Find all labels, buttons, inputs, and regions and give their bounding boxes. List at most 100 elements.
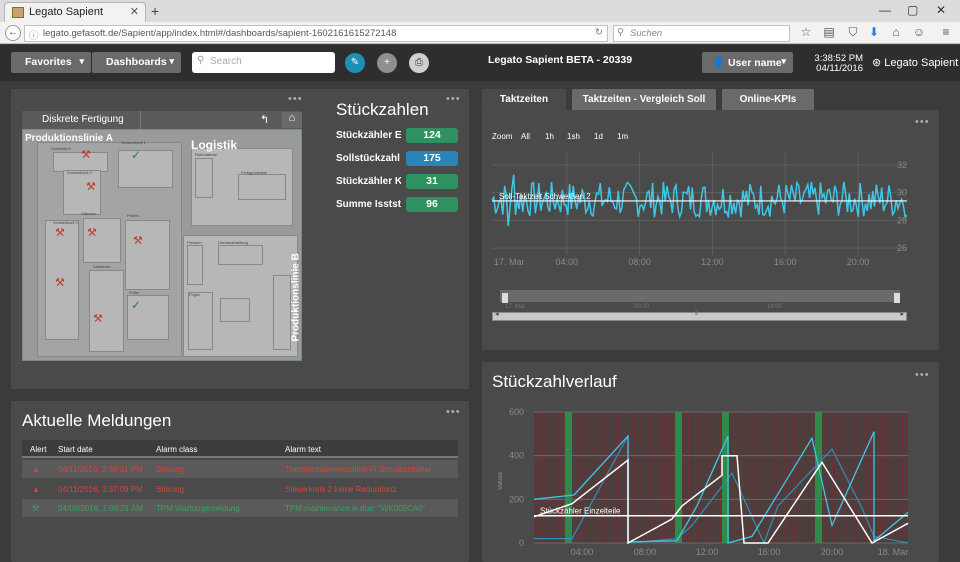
stueckzahlverlauf-chart[interactable]: Stückzähler Einzelteile Values 0 200 400 60… <box>482 400 939 562</box>
navigator-scrollbar[interactable]: ◂ ⦀ ▸ <box>492 310 907 321</box>
counter-value: 175 <box>406 151 458 166</box>
status-stripe <box>773 412 775 543</box>
print-button[interactable]: ⎙ <box>409 53 429 73</box>
browser-tab[interactable]: Legato Sapient ✕ <box>4 2 146 22</box>
home-icon[interactable]: ⌂ <box>282 112 302 128</box>
robot-icon[interactable]: ⚒ <box>55 276 65 289</box>
favorites-dropdown[interactable]: Favorites ▾ <box>11 52 91 73</box>
panel-menu-icon[interactable]: ••• <box>288 93 303 105</box>
browser-search-input[interactable]: ⚲ Suchen <box>613 25 790 42</box>
navigator-handle-right[interactable] <box>894 293 900 303</box>
y-tick-label: 30 <box>897 188 907 198</box>
taktzeiten-chart[interactable]: Soll-Taktzeit Schweißen 2 26 28 30 32 17. Ma… <box>482 145 939 275</box>
panel-menu-icon[interactable]: ••• <box>446 93 461 105</box>
panel-menu-icon[interactable]: ••• <box>446 406 461 418</box>
chevron-down-icon: ▾ <box>169 56 174 66</box>
add-button[interactable]: + <box>377 53 397 73</box>
dashboards-dropdown[interactable]: Dashboards ▾ <box>92 52 181 73</box>
scroll-left-icon[interactable]: ◂ <box>495 310 499 318</box>
status-stripe <box>549 412 551 543</box>
reading-list-icon[interactable]: ▤ <box>821 25 837 39</box>
reload-icon[interactable]: ↻ <box>595 27 603 38</box>
status-stripe <box>792 412 794 543</box>
status-stripe <box>700 412 702 543</box>
back-button[interactable]: ← <box>5 25 21 41</box>
new-tab-button[interactable]: + <box>151 3 159 19</box>
pocket-icon[interactable]: ⛉ <box>845 25 861 40</box>
panel-menu-icon[interactable]: ••• <box>915 116 930 128</box>
status-stripe <box>658 412 660 543</box>
row-text: Transformatorenstation FI Schutzschalter <box>285 465 432 474</box>
zoom-all-button[interactable]: All <box>521 132 530 141</box>
map-label: Pressen <box>187 240 202 245</box>
table-row[interactable]: ▲ 04/11/2016, 3:37:09 PM Störung Steuerk… <box>22 480 458 498</box>
factory-map[interactable]: Produktionslinie A Logistik Produktionsl… <box>22 129 302 361</box>
robot-icon[interactable]: ⚒ <box>86 180 96 193</box>
target-line-label: Soll-Taktzeit Schweißen 2 <box>499 192 591 201</box>
building <box>187 245 203 285</box>
status-band <box>565 412 572 543</box>
tab-taktzeiten[interactable]: Taktzeiten <box>482 89 566 110</box>
zoom-1h-button[interactable]: 1h <box>545 132 554 141</box>
status-stripe <box>539 412 541 543</box>
navigator-handle-left[interactable] <box>502 293 508 303</box>
robot-icon[interactable]: ⚒ <box>93 312 103 325</box>
close-window-button[interactable]: ✕ <box>936 3 946 17</box>
counter-label: Stückzähler E... <box>336 130 401 141</box>
map-label: Drehbearbeitung <box>218 240 248 245</box>
zoom-1sh-button[interactable]: 1sh <box>567 132 580 141</box>
status-stripe <box>688 412 690 543</box>
home-icon[interactable]: ⌂ <box>888 25 904 39</box>
map-label: Glänzen <box>81 211 96 216</box>
back-arrow-icon[interactable]: ↰ <box>260 113 269 126</box>
table-row[interactable]: ▲ 04/11/2016, 3:38:31 PM Störung Transfo… <box>22 460 458 478</box>
bookmark-star-icon[interactable]: ☆ <box>798 25 814 39</box>
status-stripe <box>769 412 771 543</box>
status-stripe <box>712 412 714 543</box>
status-stripe <box>646 412 648 543</box>
address-bar[interactable]: ⓘ legato.gefasoft.de/Sapient/app/index.h… <box>24 25 608 42</box>
robot-icon[interactable]: ⚒ <box>55 226 65 239</box>
close-tab-icon[interactable]: ✕ <box>130 5 139 18</box>
menu-icon[interactable]: ≡ <box>938 25 954 39</box>
user-dropdown[interactable]: 👤 User name ▾ <box>702 52 793 73</box>
status-stripe <box>697 412 699 543</box>
panel-menu-icon[interactable]: ••• <box>915 369 930 381</box>
status-stripe <box>672 412 674 543</box>
scroll-grip-icon[interactable]: ⦀ <box>695 310 698 318</box>
building <box>195 158 213 198</box>
user-label: User name <box>728 57 782 69</box>
logo-icon: ⊛ <box>872 57 882 69</box>
robot-icon[interactable]: ⚒ <box>133 234 143 247</box>
tab-online-kpis[interactable]: Online-KPIs <box>722 89 814 110</box>
zoom-1d-button[interactable]: 1d <box>594 132 603 141</box>
tab-title: Legato Sapient <box>29 6 104 18</box>
dashboards-label: Dashboards <box>106 56 167 68</box>
zoom-1m-button[interactable]: 1m <box>617 132 628 141</box>
robot-icon[interactable]: ⚒ <box>81 148 91 161</box>
status-stripe <box>707 412 709 543</box>
minimize-button[interactable]: — <box>879 3 891 17</box>
maximize-button[interactable]: ▢ <box>907 3 918 17</box>
chat-icon[interactable]: ☺ <box>911 25 927 39</box>
tab-taktzeiten-vergleich[interactable]: Taktzeiten - Vergleich Soll <box>572 89 716 110</box>
counter-row: Sollstückzahl ... 175 <box>336 151 466 167</box>
x-tick-label: 12:00 <box>696 547 719 557</box>
edit-button[interactable]: ✎ <box>345 53 365 73</box>
warning-icon: ▲ <box>32 485 40 494</box>
app-search-input[interactable]: ⚲ Search <box>192 52 335 73</box>
navigator-range[interactable] <box>500 290 900 302</box>
status-stripe <box>587 412 589 543</box>
robot-icon[interactable]: ⚒ <box>87 226 97 239</box>
download-icon[interactable]: ⬇ <box>866 25 882 39</box>
map-dropdown[interactable]: Diskrete Fertigung <box>42 114 124 125</box>
table-row[interactable]: ⚒ 04/09/2016, 1:09:21 AM TPM Wartungsmel… <box>22 499 458 517</box>
user-icon: 👤 <box>712 57 726 69</box>
scroll-right-icon[interactable]: ▸ <box>900 310 904 318</box>
status-stripe <box>730 412 732 543</box>
status-stripe <box>599 412 601 543</box>
status-stripe <box>877 412 879 543</box>
building <box>125 220 170 290</box>
search-placeholder: Suchen <box>630 28 663 39</box>
status-stripe <box>559 412 561 543</box>
